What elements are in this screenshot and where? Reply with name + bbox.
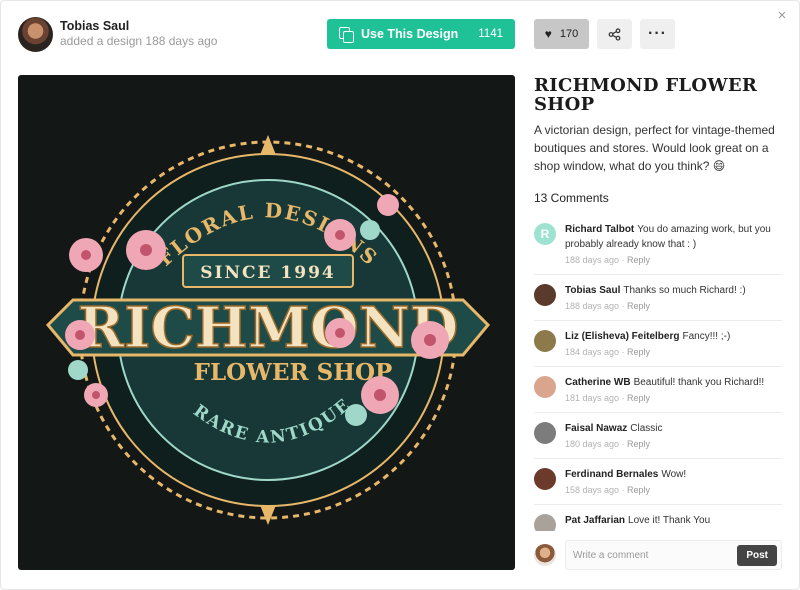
- meta-separator: ·: [619, 393, 628, 403]
- comment-item: Pat Jaffarian Love it! Thank You: [534, 505, 782, 531]
- comment-text: Wow!: [661, 469, 687, 480]
- meta-separator: ·: [619, 301, 628, 311]
- commenter-avatar[interactable]: [534, 514, 556, 531]
- comment-timestamp: 180 days ago: [565, 439, 620, 449]
- reply-link[interactable]: Reply: [627, 347, 650, 357]
- comment-item: R Richard Talbot You do amazing work, but …: [534, 214, 782, 275]
- more-options-button[interactable]: ···: [640, 19, 675, 49]
- commenter-name[interactable]: Richard Talbot: [565, 224, 634, 235]
- design-preview[interactable]: FLORAL DESIGNS SINCE 1994 RICHMOND FLOWE…: [18, 75, 515, 570]
- current-user-avatar: [534, 544, 556, 566]
- comment-text: Thanks so much Richard! :): [623, 285, 746, 296]
- comment-item: Tobias Saul Thanks so much Richard! :) 188…: [534, 275, 782, 321]
- comment-body: Faisal Nawaz Classic 180 days ago · Reply: [565, 421, 663, 452]
- comment-body: Liz (Elisheva) Feitelberg Fancy!!! ;-) 184…: [565, 329, 730, 360]
- comment-meta: 188 days ago · Reply: [565, 299, 746, 314]
- richmond-wordmark: RICHMOND: [78, 295, 459, 361]
- comment-timestamp: 158 days ago: [565, 485, 620, 495]
- comment-timestamp: 188 days ago: [565, 255, 620, 265]
- use-this-design-button[interactable]: Use This Design 1141: [327, 19, 515, 49]
- commenter-name[interactable]: Ferdinand Bernales: [565, 469, 658, 480]
- comment-body: Tobias Saul Thanks so much Richard! :) 188…: [565, 283, 746, 314]
- commenter-avatar[interactable]: R: [534, 223, 556, 245]
- comment-meta: 188 days ago · Reply: [565, 253, 782, 268]
- close-icon[interactable]: ×: [774, 8, 790, 24]
- more-icon: ···: [648, 25, 667, 42]
- comment-text: Fancy!!! ;-): [682, 331, 731, 342]
- comment-meta: 181 days ago · Reply: [565, 391, 764, 406]
- reply-link[interactable]: Reply: [627, 393, 650, 403]
- comment-body: Ferdinand Bernales Wow! 158 days ago · Rep…: [565, 467, 686, 498]
- commenter-name[interactable]: Catherine WB: [565, 377, 631, 388]
- reply-link[interactable]: Reply: [627, 485, 650, 495]
- commenter-name[interactable]: Liz (Elisheva) Feitelberg: [565, 331, 679, 342]
- comment-timestamp: 188 days ago: [565, 301, 620, 311]
- commenter-name[interactable]: Tobias Saul: [565, 285, 620, 296]
- comment-meta: 180 days ago · Reply: [565, 437, 663, 452]
- comment-body: Richard Talbot You do amazing work, but y…: [565, 222, 782, 268]
- reply-link[interactable]: Reply: [627, 255, 650, 265]
- author-subtitle: added a design 188 days ago: [60, 34, 218, 49]
- meta-separator: ·: [619, 485, 628, 495]
- avatar-letter: R: [540, 227, 550, 241]
- comment-timestamp: 184 days ago: [565, 347, 620, 357]
- author-header: Tobias Saul added a design 188 days ago: [18, 16, 217, 52]
- use-count: 1141: [478, 28, 503, 40]
- commenter-avatar[interactable]: [534, 468, 556, 490]
- reply-link[interactable]: Reply: [627, 301, 650, 311]
- comment-input[interactable]: [573, 549, 738, 561]
- heart-icon: ♥: [544, 27, 552, 41]
- commenter-avatar[interactable]: [534, 284, 556, 306]
- design-description: A victorian design, perfect for vintage-…: [534, 123, 775, 173]
- author-name[interactable]: Tobias Saul: [60, 19, 217, 33]
- commenter-avatar[interactable]: [534, 330, 556, 352]
- author-avatar[interactable]: [18, 16, 53, 52]
- comments-list[interactable]: R Richard Talbot You do amazing work, but …: [534, 214, 782, 531]
- flower-shop-text: FLOWER SHOP: [194, 359, 393, 386]
- meta-separator: ·: [619, 255, 628, 265]
- comment-item: Catherine WB Beautiful! thank you Richard…: [534, 367, 782, 413]
- comments-count: 13 Comments: [534, 191, 609, 205]
- comment-meta: 158 days ago · Reply: [565, 483, 686, 498]
- comment-body: Catherine WB Beautiful! thank you Richard…: [565, 375, 764, 406]
- like-button[interactable]: ♥ 170: [534, 19, 589, 49]
- comment-text: Classic: [630, 423, 663, 434]
- comment-input-box: Post: [565, 540, 782, 570]
- comment-item: Faisal Nawaz Classic 180 days ago · Reply: [534, 413, 782, 459]
- design-title: RICHMOND FLOWER SHOP: [534, 75, 758, 115]
- meta-separator: ·: [619, 439, 628, 449]
- meta-separator: ·: [619, 347, 628, 357]
- use-this-design-label: Use This Design: [361, 27, 459, 41]
- like-count: 170: [559, 28, 579, 40]
- commenter-name[interactable]: Pat Jaffarian: [565, 515, 625, 526]
- comment-item: Ferdinand Bernales Wow! 158 days ago · Rep…: [534, 459, 782, 505]
- comment-item: Liz (Elisheva) Feitelberg Fancy!!! ;-) 184…: [534, 321, 782, 367]
- since-text: SINCE 1994: [200, 263, 336, 283]
- share-button[interactable]: [597, 19, 632, 49]
- reply-link[interactable]: Reply: [627, 439, 650, 449]
- comment-body: Pat Jaffarian Love it! Thank You: [565, 513, 710, 531]
- ornament-top: [260, 135, 276, 155]
- comment-text: Love it! Thank You: [628, 515, 711, 526]
- commenter-avatar[interactable]: [534, 422, 556, 444]
- richmond-logo-artwork: FLORAL DESIGNS SINCE 1994 RICHMOND FLOWE…: [18, 75, 491, 525]
- comment-timestamp: 181 days ago: [565, 393, 620, 403]
- share-icon: [608, 27, 621, 41]
- comment-meta: 184 days ago · Reply: [565, 345, 730, 360]
- commenter-avatar[interactable]: [534, 376, 556, 398]
- ornament-bottom: [260, 505, 276, 525]
- commenter-name[interactable]: Faisal Nawaz: [565, 423, 627, 434]
- post-button[interactable]: Post: [737, 544, 777, 566]
- comment-text: Beautiful! thank you Richard!!: [633, 377, 765, 388]
- copy-icon: [339, 27, 354, 43]
- comment-composer: Post: [534, 540, 782, 570]
